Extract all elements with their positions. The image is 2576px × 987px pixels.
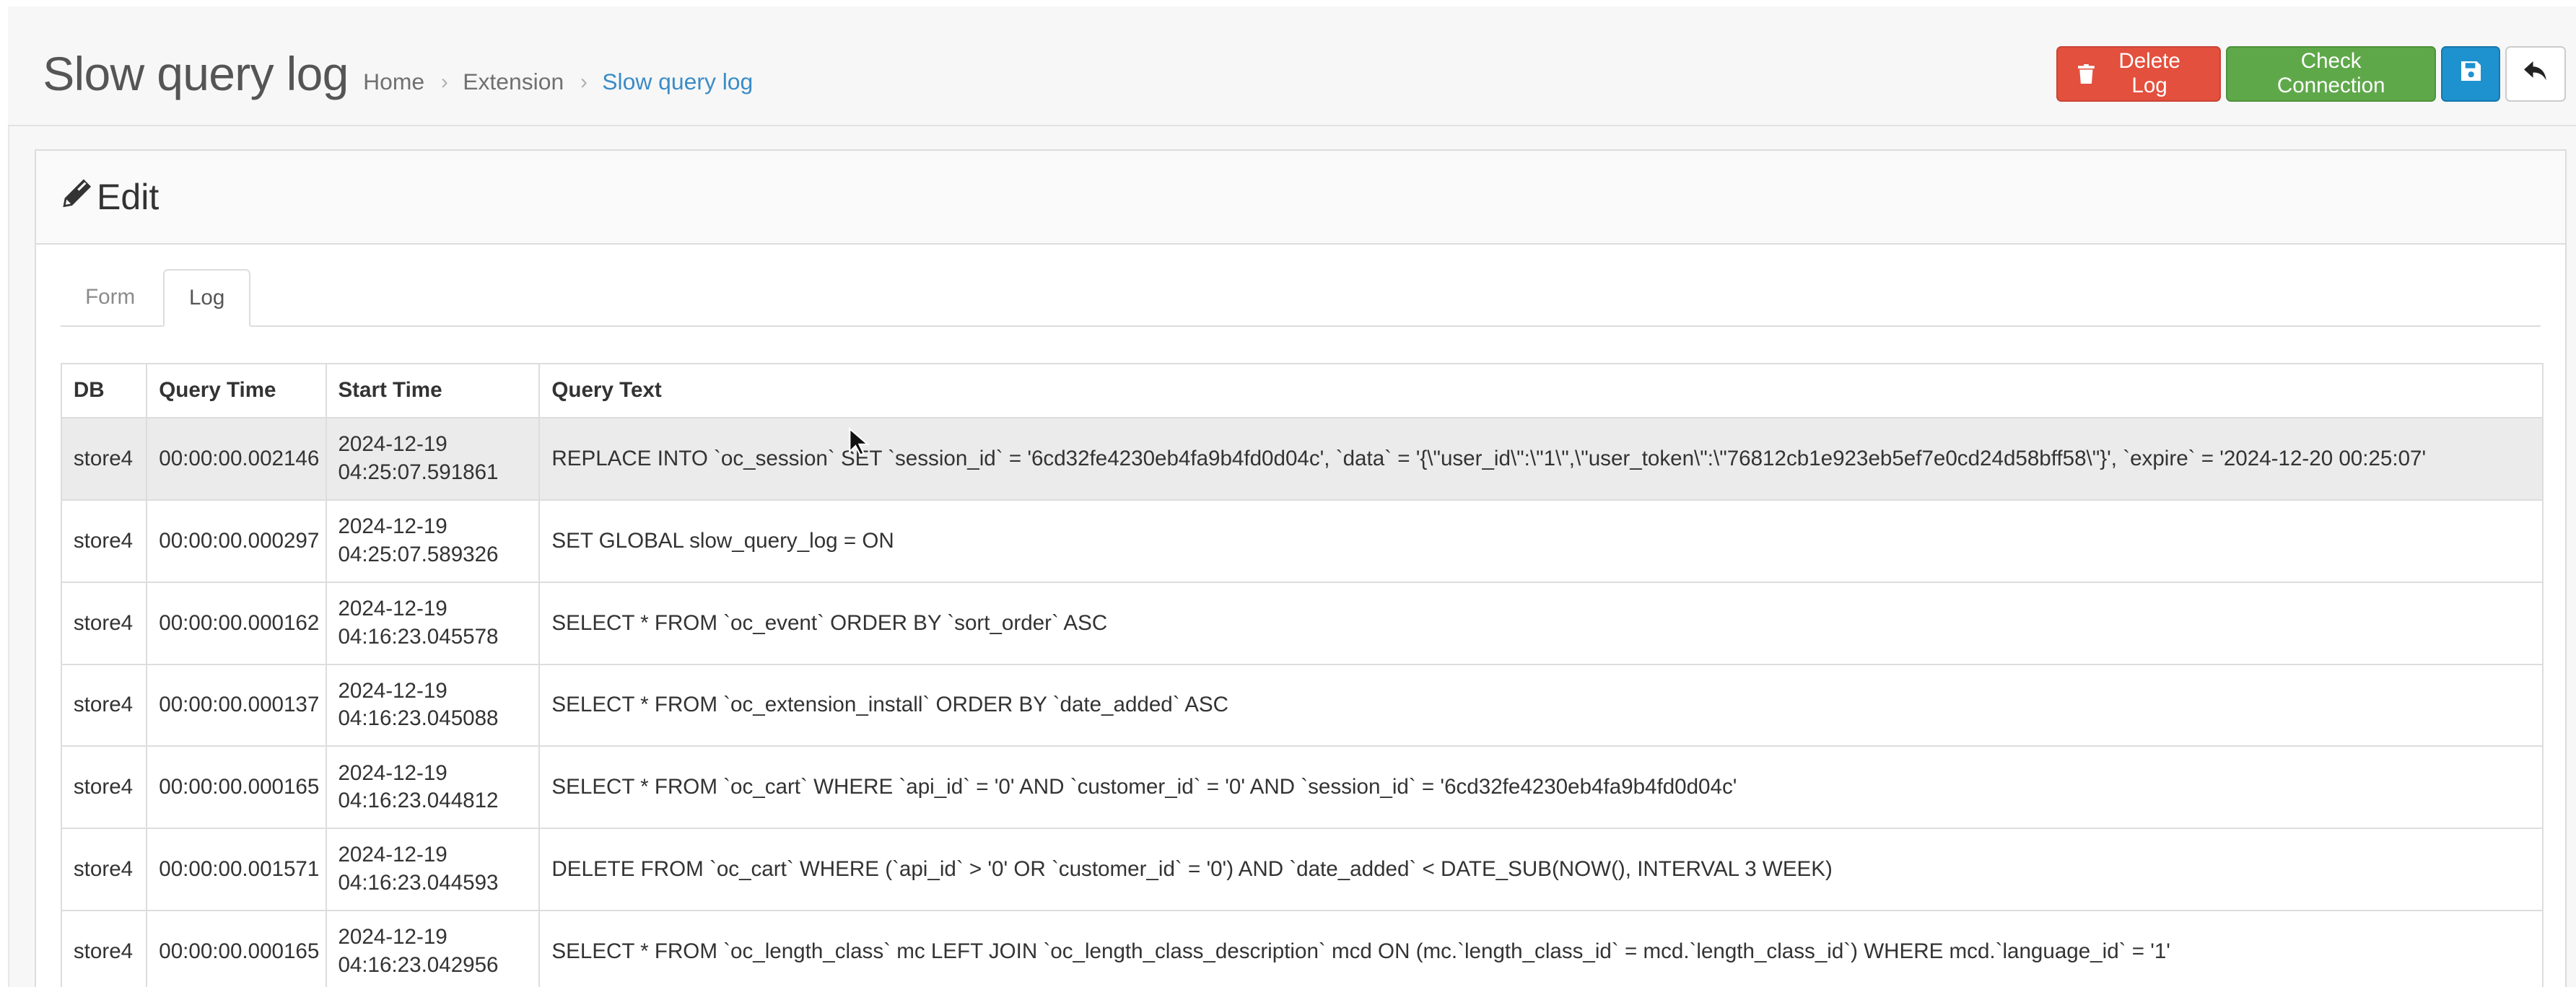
start-date: 2024-12-19 bbox=[338, 596, 447, 620]
table-row[interactable]: store4 00:00:00.000297 2024-12-19 04:25:0… bbox=[60, 499, 2544, 583]
start-clock: 04:16:23.045088 bbox=[338, 706, 499, 731]
cell-query-time: 00:00:00.000165 bbox=[146, 745, 327, 830]
cell-query-time: 00:00:00.000297 bbox=[146, 499, 327, 583]
cell-start-time: 2024-12-19 04:16:23.045578 bbox=[325, 581, 541, 665]
start-date: 2024-12-19 bbox=[338, 760, 447, 785]
tab-bar: Form Log bbox=[60, 269, 2541, 327]
cell-start-time: 2024-12-19 04:16:23.044593 bbox=[325, 828, 541, 911]
cell-query-time: 00:00:00.000137 bbox=[146, 663, 327, 747]
cell-db: store4 bbox=[60, 828, 148, 911]
start-date: 2024-12-19 bbox=[338, 514, 447, 539]
breadcrumb-separator: › bbox=[440, 69, 448, 94]
save-icon bbox=[2461, 61, 2481, 87]
tab-form[interactable]: Form bbox=[61, 269, 160, 325]
table-row[interactable]: store4 00:00:00.000165 2024-12-19 04:16:2… bbox=[60, 909, 2544, 987]
breadcrumb: Home › Extension › Slow query log bbox=[363, 66, 753, 99]
edit-panel: Edit Form Log DB Query Time Start Time Q… bbox=[34, 149, 2567, 987]
start-clock: 04:16:23.044812 bbox=[338, 789, 499, 813]
cell-query-time: 00:00:00.001571 bbox=[146, 828, 327, 911]
column-header-start-time: Start Time bbox=[325, 362, 541, 419]
start-clock: 04:25:07.591861 bbox=[338, 460, 499, 484]
cell-query-text: SELECT * FROM `oc_cart` WHERE `api_id` =… bbox=[538, 745, 2544, 830]
cell-db: store4 bbox=[60, 745, 148, 830]
mouse-pointer-icon bbox=[848, 426, 871, 463]
cell-db: store4 bbox=[60, 581, 148, 665]
cell-query-text: SELECT * FROM `oc_event` ORDER BY `sort_… bbox=[538, 581, 2544, 665]
cell-db: store4 bbox=[60, 663, 148, 747]
start-date: 2024-12-19 bbox=[338, 678, 447, 703]
cell-query-text: DELETE FROM `oc_cart` WHERE (`api_id` > … bbox=[538, 828, 2544, 911]
delete-log-label: Delete Log bbox=[2118, 49, 2180, 98]
cell-start-time: 2024-12-19 04:16:23.042956 bbox=[325, 909, 541, 987]
table-row[interactable]: store4 00:00:00.000162 2024-12-19 04:16:2… bbox=[60, 581, 2544, 665]
start-date: 2024-12-19 bbox=[338, 843, 447, 867]
cell-start-time: 2024-12-19 04:16:23.044812 bbox=[325, 745, 541, 830]
cell-query-text: SELECT * FROM `oc_extension_install` ORD… bbox=[538, 663, 2544, 747]
start-clock: 04:16:23.042956 bbox=[338, 952, 499, 977]
table-row[interactable]: store4 00:00:00.002146 2024-12-19 04:25:0… bbox=[60, 417, 2544, 501]
panel-heading: Edit bbox=[35, 151, 2566, 245]
start-clock: 04:16:23.044593 bbox=[338, 871, 499, 895]
cell-start-time: 2024-12-19 04:25:07.591861 bbox=[325, 417, 541, 501]
column-header-db: DB bbox=[60, 362, 148, 419]
breadcrumb-current[interactable]: Slow query log bbox=[602, 69, 753, 95]
table-header-row: DB Query Time Start Time Query Text bbox=[60, 362, 2544, 419]
start-date: 2024-12-19 bbox=[338, 432, 447, 457]
panel-title: Edit bbox=[61, 176, 159, 218]
cell-query-time: 00:00:00.002146 bbox=[146, 417, 327, 501]
back-button[interactable] bbox=[2505, 45, 2567, 102]
page-title: Slow query log bbox=[43, 46, 349, 100]
panel-title-text: Edit bbox=[97, 177, 160, 218]
start-date: 2024-12-19 bbox=[338, 925, 447, 949]
trash-icon bbox=[2077, 63, 2095, 84]
cell-query-time: 00:00:00.000162 bbox=[146, 581, 327, 665]
cell-start-time: 2024-12-19 04:25:07.589326 bbox=[325, 499, 541, 583]
cell-db: store4 bbox=[60, 417, 148, 501]
cell-query-text: REPLACE INTO `oc_session` SET `session_i… bbox=[538, 417, 2544, 501]
table-row[interactable]: store4 00:00:00.000137 2024-12-19 04:16:2… bbox=[60, 663, 2544, 747]
breadcrumb-separator: › bbox=[580, 69, 588, 94]
breadcrumb-extension[interactable]: Extension bbox=[463, 69, 564, 95]
cell-db: store4 bbox=[60, 499, 148, 583]
cell-query-text: SELECT * FROM `oc_length_class` mc LEFT … bbox=[538, 909, 2544, 987]
pencil-icon bbox=[61, 176, 94, 218]
delete-log-button[interactable]: Delete Log bbox=[2056, 45, 2222, 102]
cell-query-time: 00:00:00.000165 bbox=[146, 909, 327, 987]
column-header-query-time: Query Time bbox=[146, 362, 327, 419]
header-actions: Delete Log Check Connection bbox=[2056, 45, 2567, 102]
breadcrumb-home[interactable]: Home bbox=[363, 69, 424, 95]
tab-log[interactable]: Log bbox=[162, 269, 251, 327]
check-connection-button[interactable]: Check Connection bbox=[2225, 45, 2437, 102]
cell-query-text: SET GLOBAL slow_query_log = ON bbox=[538, 499, 2544, 583]
cell-db: store4 bbox=[60, 909, 148, 987]
page-header: Slow query log Home › Extension › Slow q… bbox=[8, 6, 2576, 127]
slow-query-table: DB Query Time Start Time Query Text stor… bbox=[60, 362, 2544, 987]
cell-start-time: 2024-12-19 04:16:23.045088 bbox=[325, 663, 541, 747]
save-button[interactable] bbox=[2441, 45, 2501, 102]
reply-icon bbox=[2524, 61, 2547, 87]
start-clock: 04:25:07.589326 bbox=[338, 542, 499, 566]
start-clock: 04:16:23.045578 bbox=[338, 624, 499, 649]
table-row[interactable]: store4 00:00:00.000165 2024-12-19 04:16:2… bbox=[60, 745, 2544, 830]
column-header-query-text: Query Text bbox=[538, 362, 2544, 419]
table-row[interactable]: store4 00:00:00.001571 2024-12-19 04:16:2… bbox=[60, 828, 2544, 911]
